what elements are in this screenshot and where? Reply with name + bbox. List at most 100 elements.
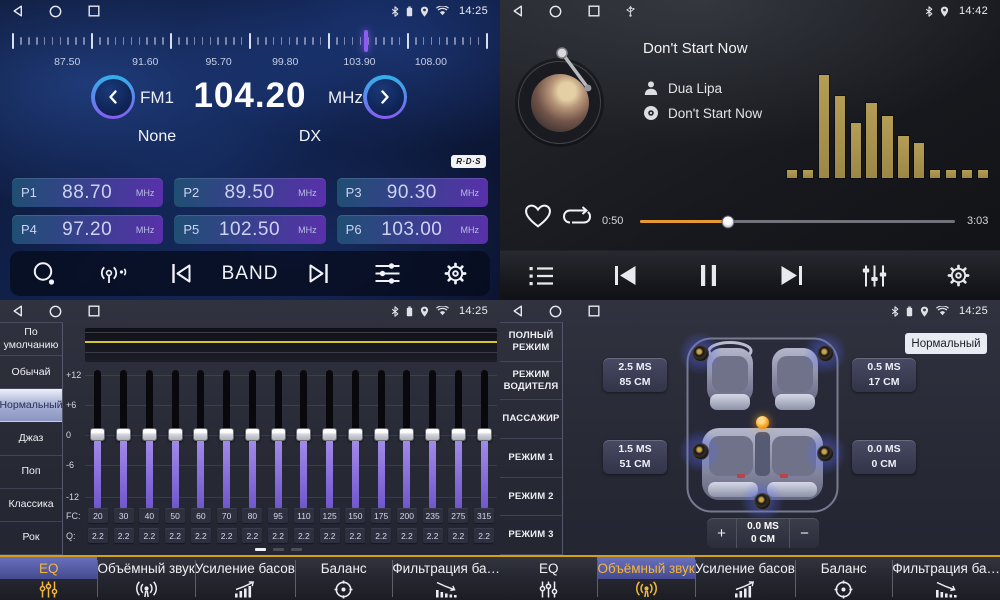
tab-balance[interactable]: Баланс xyxy=(295,557,392,600)
next-track-button[interactable] xyxy=(750,264,833,287)
eq-band-slider[interactable] xyxy=(394,370,420,510)
slider-knob[interactable] xyxy=(116,428,131,441)
eq-preset-item-5[interactable]: Поп xyxy=(0,456,62,489)
profile-button[interactable]: Нормальный xyxy=(905,333,987,354)
eq-band-slider[interactable] xyxy=(137,370,163,510)
slider-knob[interactable] xyxy=(168,428,183,441)
delay-rear-left-button[interactable]: 1.5 MS 51 CM xyxy=(603,440,667,474)
recents-button[interactable] xyxy=(588,5,600,17)
page-dash[interactable] xyxy=(255,548,266,551)
surround-mode-item-1[interactable]: ПОЛНЫЙ РЕЖИМ xyxy=(500,323,562,362)
eq-band-slider[interactable] xyxy=(188,370,214,510)
eq-band-slider[interactable] xyxy=(85,370,111,510)
eq-preset-item-4[interactable]: Джаз xyxy=(0,422,62,455)
radio-dial[interactable] xyxy=(12,29,488,53)
slider-knob[interactable] xyxy=(271,428,286,441)
band-button[interactable]: BAND xyxy=(216,263,285,285)
slider-knob[interactable] xyxy=(219,428,234,441)
surround-mode-item-5[interactable]: РЕЖИМ 2 xyxy=(500,478,562,517)
tab-eq[interactable]: EQ xyxy=(500,557,597,600)
eq-band-slider[interactable] xyxy=(317,370,343,510)
favorite-button[interactable] xyxy=(524,203,552,228)
progress-bar[interactable] xyxy=(640,220,955,223)
slider-knob[interactable] xyxy=(322,428,337,441)
delay-plus-button[interactable]: + xyxy=(707,518,736,548)
next-station-button[interactable] xyxy=(284,262,353,285)
previous-station-button[interactable] xyxy=(147,262,216,285)
eq-band-slider[interactable] xyxy=(291,370,317,510)
tab-bass-boost[interactable]: Усиление басов xyxy=(195,557,295,600)
preset-button-p2[interactable]: P289.50MHz xyxy=(174,178,325,207)
delay-rear-right-button[interactable]: 0.0 MS 0 CM xyxy=(852,440,916,474)
eq-band-slider[interactable] xyxy=(446,370,472,510)
eq-band-slider[interactable] xyxy=(111,370,137,510)
scan-button[interactable] xyxy=(10,260,79,287)
previous-track-button[interactable] xyxy=(583,264,666,287)
tab-balance[interactable]: Баланс xyxy=(795,557,892,600)
preset-button-p5[interactable]: P5102.50MHz xyxy=(174,215,325,244)
eq-band-slider[interactable] xyxy=(214,370,240,510)
tab-eq[interactable]: EQ xyxy=(0,557,97,600)
home-button[interactable] xyxy=(49,5,62,18)
page-dash[interactable] xyxy=(291,548,302,551)
eq-band-slider[interactable] xyxy=(162,370,188,510)
back-button[interactable] xyxy=(12,5,23,17)
eq-band-slider[interactable] xyxy=(471,370,497,510)
eq-preset-item-7[interactable]: Рок xyxy=(0,522,62,555)
preset-button-p4[interactable]: P497.20MHz xyxy=(12,215,163,244)
back-button[interactable] xyxy=(512,5,523,17)
tab-surround-sound[interactable]: Объёмный звук xyxy=(97,557,194,600)
slider-knob[interactable] xyxy=(399,428,414,441)
home-button[interactable] xyxy=(49,305,62,318)
progress-knob[interactable] xyxy=(722,215,735,228)
page-dash[interactable] xyxy=(273,548,284,551)
recents-button[interactable] xyxy=(588,305,600,317)
tab-filter[interactable]: Фильтрация ба… xyxy=(892,557,1000,600)
delay-minus-button[interactable]: − xyxy=(790,518,819,548)
repeat-button[interactable] xyxy=(562,204,592,228)
eq-band-slider[interactable] xyxy=(240,370,266,510)
eq-preset-item-2[interactable]: Обычай xyxy=(0,356,62,389)
slider-knob[interactable] xyxy=(348,428,363,441)
delay-front-right-button[interactable]: 0.5 MS 17 CM xyxy=(852,358,916,392)
home-button[interactable] xyxy=(549,5,562,18)
surround-mode-item-4[interactable]: РЕЖИМ 1 xyxy=(500,439,562,478)
surround-mode-item-3[interactable]: ПАССАЖИР xyxy=(500,400,562,439)
tab-bass-boost[interactable]: Усиление басов xyxy=(695,557,795,600)
playlist-button[interactable] xyxy=(500,266,583,286)
tab-filter[interactable]: Фильтрация ба… xyxy=(392,557,500,600)
back-button[interactable] xyxy=(12,305,23,317)
pause-button[interactable] xyxy=(667,264,750,287)
preset-button-p1[interactable]: P188.70MHz xyxy=(12,178,163,207)
recents-button[interactable] xyxy=(88,305,100,317)
delay-front-left-button[interactable]: 2.5 MS 85 CM xyxy=(603,358,667,392)
settings-button[interactable] xyxy=(421,262,490,285)
slider-knob[interactable] xyxy=(142,428,157,441)
settings-button[interactable] xyxy=(917,264,1000,287)
slider-knob[interactable] xyxy=(245,428,260,441)
tune-settings-button[interactable] xyxy=(353,261,422,286)
slider-knob[interactable] xyxy=(425,428,440,441)
eq-preset-item-6[interactable]: Классика xyxy=(0,489,62,522)
back-button[interactable] xyxy=(512,305,523,317)
slider-knob[interactable] xyxy=(296,428,311,441)
tune-up-button[interactable] xyxy=(363,75,407,119)
mixer-button[interactable] xyxy=(833,264,916,288)
surround-mode-item-6[interactable]: РЕЖИМ 3 xyxy=(500,516,562,555)
preset-button-p3[interactable]: P390.30MHz xyxy=(337,178,488,207)
eq-band-slider[interactable] xyxy=(265,370,291,510)
slider-knob[interactable] xyxy=(374,428,389,441)
tune-down-button[interactable] xyxy=(91,75,135,119)
broadcast-button[interactable] xyxy=(79,262,148,286)
slider-knob[interactable] xyxy=(193,428,208,441)
eq-band-slider[interactable] xyxy=(420,370,446,510)
slider-knob[interactable] xyxy=(451,428,466,441)
eq-band-slider[interactable] xyxy=(368,370,394,510)
slider-knob[interactable] xyxy=(90,428,105,441)
eq-preset-item-1[interactable]: По умолчанию xyxy=(0,323,62,356)
home-button[interactable] xyxy=(549,305,562,318)
surround-mode-item-2[interactable]: РЕЖИМ ВОДИТЕЛЯ xyxy=(500,362,562,401)
preset-button-p6[interactable]: P6103.00MHz xyxy=(337,215,488,244)
slider-knob[interactable] xyxy=(477,428,492,441)
eq-band-slider[interactable] xyxy=(343,370,369,510)
